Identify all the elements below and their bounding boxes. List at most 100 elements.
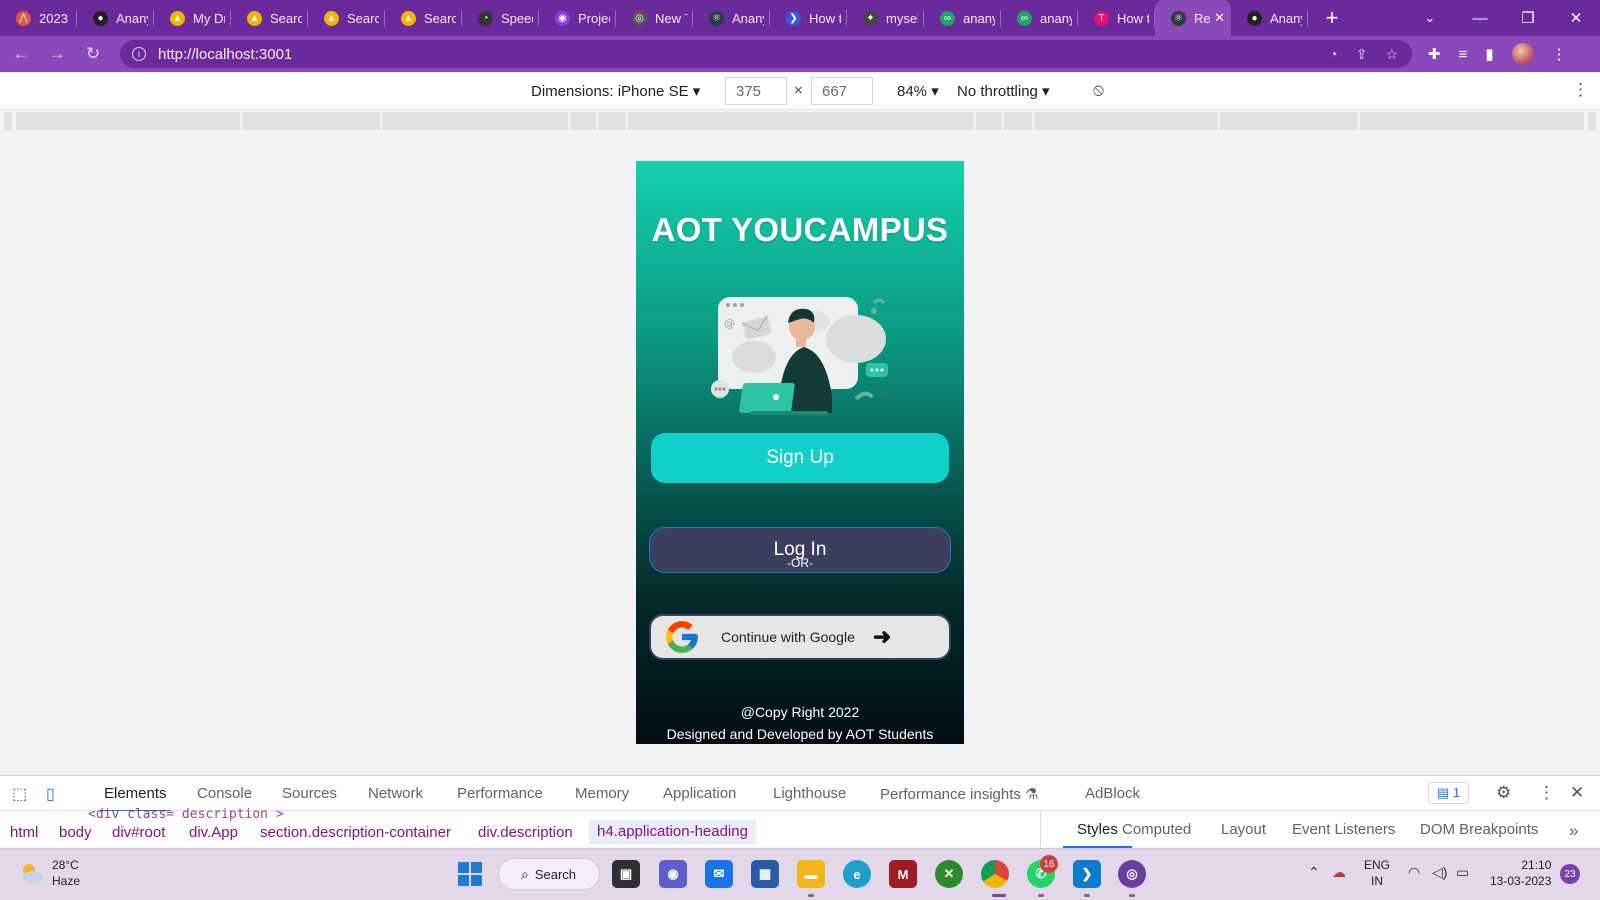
tab-event-listeners[interactable]: Event Listeners: [1292, 821, 1395, 838]
tab-9[interactable]: ⚛ Anany: [693, 0, 770, 36]
throttling-select[interactable]: No throttling ▾: [957, 82, 1050, 100]
edge-icon[interactable]: e: [843, 860, 871, 888]
volume-icon[interactable]: ◁): [1432, 864, 1447, 881]
tab-memory[interactable]: Memory: [575, 785, 629, 802]
tab-label: Search: [270, 10, 302, 26]
tab-10[interactable]: ❯ How t: [770, 0, 847, 36]
taskbar-search[interactable]: ⌕ Search: [498, 858, 600, 890]
tab-12[interactable]: ∞ anany: [924, 0, 1001, 36]
breadcrumb-html[interactable]: html: [10, 824, 38, 841]
device-toggle-icon[interactable]: ▯: [46, 784, 55, 804]
forward-icon[interactable]: →: [42, 44, 72, 64]
tab-13[interactable]: ∞ anany: [1001, 0, 1078, 36]
breadcrumb-body[interactable]: body: [59, 824, 92, 841]
tab-search-icon[interactable]: ⌄: [1418, 10, 1442, 26]
tab-sources[interactable]: Sources: [282, 785, 337, 802]
xbox-icon[interactable]: ✕: [935, 860, 963, 888]
breadcrumb-root[interactable]: div#root: [112, 824, 165, 841]
device-width-input[interactable]: 375: [725, 77, 787, 105]
tab-console[interactable]: Console: [197, 785, 252, 802]
device-toolbar-menu-icon[interactable]: ⋮: [1572, 80, 1589, 100]
profile-avatar[interactable]: [1511, 43, 1534, 65]
file-explorer-icon[interactable]: ▬: [797, 860, 825, 888]
device-dimensions-select[interactable]: Dimensions: iPhone SE ▾: [531, 82, 700, 100]
onedrive-icon[interactable]: ☁: [1332, 864, 1346, 881]
close-devtools-icon[interactable]: ✕: [1570, 783, 1584, 803]
tab-6[interactable]: ◔ Speed: [462, 0, 539, 36]
close-window-icon[interactable]: ✕: [1552, 9, 1600, 27]
tab-2[interactable]: ▲ My Dr: [154, 0, 231, 36]
wifi-icon[interactable]: ◠: [1408, 864, 1420, 881]
new-tab-button[interactable]: +: [1320, 5, 1344, 31]
restore-icon[interactable]: ❐: [1504, 9, 1552, 27]
address-bar[interactable]: i http://localhost:3001 ◔ ⇪ ☆: [120, 40, 1412, 68]
google-signin-button[interactable]: Continue with Google ➜: [649, 614, 951, 660]
tab-14[interactable]: T How t: [1078, 0, 1155, 36]
tab-lighthouse[interactable]: Lighthouse: [773, 785, 846, 802]
store-icon[interactable]: ▦: [751, 860, 779, 888]
reload-icon[interactable]: ↻: [78, 44, 108, 64]
mcafee-icon[interactable]: M: [889, 860, 917, 888]
github-desktop-icon[interactable]: ◎: [1118, 860, 1146, 888]
back-icon[interactable]: ←: [6, 44, 36, 64]
more-tabs-icon[interactable]: »: [1569, 821, 1578, 841]
browser-menu-icon[interactable]: ⋮: [1552, 45, 1567, 63]
show-hidden-icons-chevron[interactable]: ⌃: [1308, 864, 1320, 881]
device-height-input[interactable]: 667: [811, 77, 873, 105]
devtools-menu-icon[interactable]: ⋮: [1538, 783, 1555, 803]
tab-3[interactable]: ▲ Search: [231, 0, 308, 36]
breadcrumb-application-heading[interactable]: h4.application-heading: [589, 820, 756, 844]
tab-active[interactable]: ⚛ Re ✕: [1155, 0, 1231, 36]
tab-layout[interactable]: Layout: [1221, 821, 1266, 838]
tab-network[interactable]: Network: [368, 785, 423, 802]
rotate-icon[interactable]: ⦸: [1093, 80, 1104, 100]
breadcrumb-app[interactable]: div.App: [189, 824, 238, 841]
tab-8[interactable]: ◎ New T: [616, 0, 693, 36]
side-panel-icon[interactable]: ▮: [1485, 45, 1493, 63]
input-language[interactable]: ENG IN: [1364, 857, 1390, 889]
issues-badge[interactable]: ▤ 1: [1428, 782, 1470, 804]
task-view-icon[interactable]: ▣: [612, 860, 640, 888]
tab-computed[interactable]: Computed: [1122, 821, 1191, 838]
chrome-taskbar-icon[interactable]: [981, 860, 1009, 888]
tab-5[interactable]: ▲ Search: [385, 0, 462, 36]
share-icon[interactable]: ⇪: [1356, 46, 1368, 63]
tab-1[interactable]: ● Anany: [77, 0, 154, 36]
close-tab-icon[interactable]: ✕: [1214, 10, 1225, 26]
weather-widget[interactable]: 28°C Haze: [18, 857, 80, 889]
tab-4[interactable]: ▲ Search: [308, 0, 385, 36]
system-clock[interactable]: 21:10 13-03-2023: [1490, 857, 1551, 889]
media-controls-icon[interactable]: ≡: [1459, 46, 1468, 63]
tab-0[interactable]: ⋀ 2023 S: [0, 0, 77, 36]
performance-icon[interactable]: ◔: [1329, 46, 1337, 63]
settings-gear-icon[interactable]: ⚙: [1496, 783, 1511, 803]
windows-start-icon[interactable]: [456, 860, 484, 888]
site-info-icon[interactable]: i: [132, 47, 146, 61]
tab-adblock[interactable]: AdBlock: [1085, 785, 1140, 802]
signup-button[interactable]: Sign Up: [651, 433, 949, 483]
vscode-icon[interactable]: ❯: [1073, 860, 1101, 888]
extensions-icon[interactable]: ✚: [1428, 45, 1441, 63]
tab-performance[interactable]: Performance: [457, 785, 543, 802]
minimize-icon[interactable]: —: [1456, 10, 1504, 27]
tab-application[interactable]: Application: [663, 785, 736, 802]
speedometer-icon: ◔: [478, 10, 493, 26]
breadcrumb-description-container[interactable]: section.description-container: [260, 824, 451, 841]
tab-elements[interactable]: Elements: [100, 785, 171, 812]
tab-dom-breakpoints[interactable]: DOM Breakpoints: [1420, 821, 1538, 838]
tab-7[interactable]: ◉ Projec: [539, 0, 616, 36]
teams-chat-icon[interactable]: ◉: [659, 860, 687, 888]
media-query-ruler[interactable]: [0, 110, 1600, 132]
tab-label: Search: [347, 10, 379, 26]
tab-11[interactable]: ✦ mysel: [847, 0, 924, 36]
tab-styles[interactable]: Styles: [1063, 821, 1132, 848]
tab-last[interactable]: ● Anany: [1231, 0, 1308, 36]
breadcrumb-description[interactable]: div.description: [478, 824, 573, 841]
mail-icon[interactable]: ✉: [705, 860, 733, 888]
tab-performance-insights[interactable]: Performance insights ⚗: [880, 785, 1039, 803]
inspect-element-icon[interactable]: ⬚: [12, 784, 27, 804]
bookmark-star-icon[interactable]: ☆: [1385, 46, 1398, 63]
notification-center-badge[interactable]: 23: [1560, 864, 1580, 884]
zoom-select[interactable]: 84% ▾: [897, 82, 939, 100]
battery-icon[interactable]: ▭: [1456, 864, 1469, 881]
